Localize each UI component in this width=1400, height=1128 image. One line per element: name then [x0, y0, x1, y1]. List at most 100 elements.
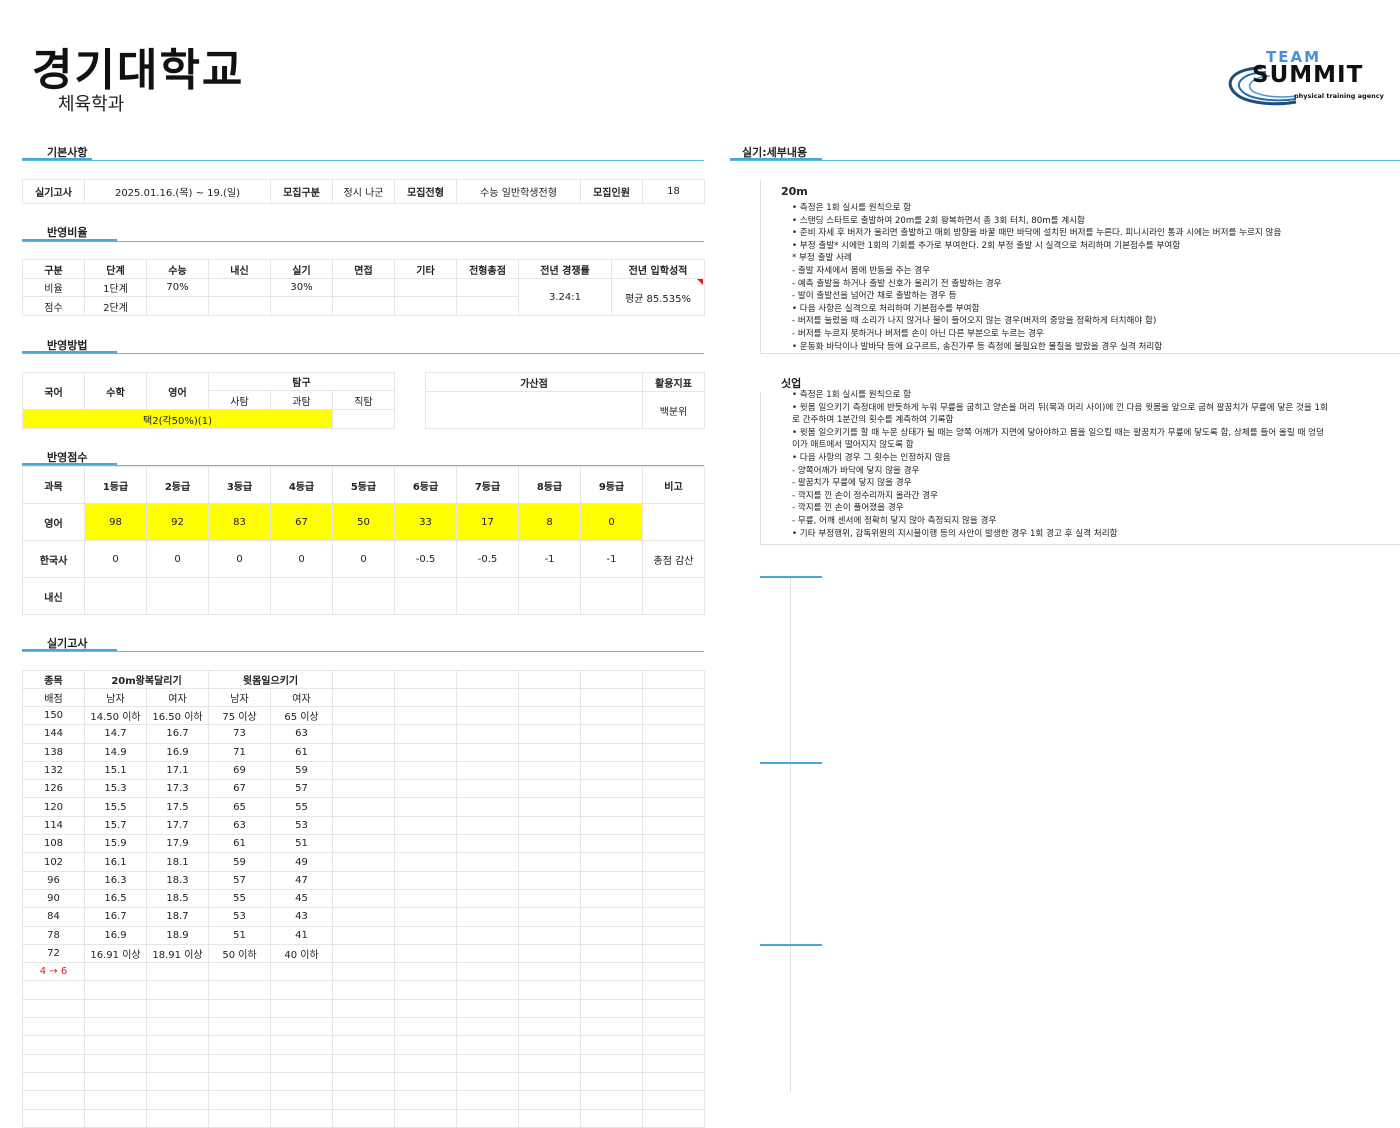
- practical-cell: [456, 925, 520, 945]
- practical-cell: [84, 1017, 147, 1037]
- practical-points-label: 배점: [22, 688, 85, 707]
- ratio-cell: [208, 278, 271, 297]
- practical-cell: [332, 1053, 396, 1073]
- ratio-cell: [456, 296, 519, 316]
- practical-cell: [580, 870, 644, 890]
- section-rule-accent: [22, 649, 117, 651]
- practical-cell: [332, 980, 396, 1000]
- score-cell: 0: [208, 540, 271, 578]
- ratio-practical: 30%: [270, 278, 333, 297]
- ratio-stage: 2단계: [84, 296, 147, 316]
- practical-record: 17.5: [146, 797, 209, 817]
- score-note: [642, 577, 705, 615]
- practical-cell: [22, 1071, 85, 1092]
- practical-record: 43: [269, 907, 334, 927]
- comment-indicator[interactable]: [697, 279, 703, 285]
- detail-note-line: • 스탠딩 스타트로 출발하여 20m를 2회 왕복하면서 총 3회 터치, 8…: [792, 215, 1085, 226]
- practical-record: 18.1: [146, 852, 209, 872]
- score-cell: -0.5: [394, 540, 457, 578]
- department-name: 체육학과: [58, 94, 125, 115]
- practical-cell: [518, 1090, 582, 1110]
- practical-record: 16.91 이상: [84, 943, 147, 964]
- basic-info-table: 실기고사 2025.01.16.(목) ~ 19.(일) 모집구분 정시 나군 …: [22, 179, 705, 204]
- practical-cell: [394, 779, 458, 799]
- detail-note-line: • 운동화 바닥이나 발바닥 등에 요구르트, 송진가루 등 측정에 불필요한 …: [792, 341, 1163, 352]
- practical-record: 16.9: [146, 742, 209, 762]
- practical-cell: [642, 943, 706, 964]
- practical-record: 53: [208, 907, 271, 927]
- practical-cell: [518, 670, 582, 689]
- practical-cell: [642, 1108, 706, 1128]
- admission-score: 평균 85.535%: [611, 278, 705, 316]
- practical-cell: [642, 797, 706, 817]
- practical-cell: [580, 907, 644, 927]
- practical-cell: [456, 870, 520, 890]
- detail-note-line: • 윗몸 일으키기를 할 때 누운 상태가 될 때는 양쪽 어깨가 지면에 닿아…: [792, 427, 1324, 438]
- practical-record: 65 이상: [269, 705, 334, 726]
- practical-record: 41: [269, 925, 334, 945]
- score-table: 과목 1등급 2등급 3등급 4등급 5등급 6등급 7등급 8등급 9등급 비…: [22, 466, 705, 615]
- score-header: 5등급: [332, 466, 395, 504]
- practical-cell: [269, 1090, 334, 1110]
- section-rule-accent: [22, 239, 117, 241]
- practical-cell: [394, 1053, 458, 1073]
- practical-cell: [456, 705, 520, 726]
- practical-points: 96: [22, 870, 85, 890]
- practical-cell: [22, 1035, 85, 1055]
- practical-record: 61: [208, 834, 271, 854]
- practical-cell: [642, 980, 706, 1000]
- practical-cell: [394, 1108, 458, 1128]
- practical-cell: [394, 925, 458, 945]
- detail-note-line: 이가 매트에서 떨어지지 않도록 함: [792, 440, 914, 451]
- practical-cell: [580, 980, 644, 1000]
- practical-record: 17.1: [146, 760, 209, 781]
- practical-cell: [456, 815, 520, 836]
- practical-cell: [332, 779, 396, 799]
- practical-cell: [332, 870, 396, 890]
- score-cell: 83: [208, 503, 271, 541]
- detail-note-line: 로 간주하여 1분간의 횟수를 계측하여 기록함: [792, 415, 954, 426]
- practical-cell: [456, 670, 520, 689]
- quota-value: 18: [642, 179, 705, 204]
- practical-cell: [332, 705, 396, 726]
- practical-cell: [642, 907, 706, 927]
- practical-cell: [332, 834, 396, 854]
- detail-note-line: - 예측 출발을 하거나 출발 신호가 울리기 전 출발하는 경우: [792, 278, 1002, 289]
- practical-points: 102: [22, 852, 85, 872]
- practical-cell: [332, 815, 396, 836]
- selection-type-label: 모집전형: [394, 179, 457, 204]
- practical-cell: [580, 797, 644, 817]
- practical-cell: [642, 779, 706, 799]
- detail-note-line: • 측정은 1회 실시를 원칙으로 함: [792, 203, 912, 213]
- practical-cell: [269, 980, 334, 1000]
- practical-record: 63: [208, 815, 271, 836]
- practical-cell: [394, 760, 458, 781]
- practical-cell: [642, 760, 706, 781]
- practical-cell: [84, 998, 147, 1019]
- detail-note-line: - 팔꿈치가 무릎에 닿지 않을 경우: [792, 478, 912, 489]
- practical-female-label: 여자: [269, 688, 334, 707]
- section-rule-accent: [730, 158, 822, 160]
- practical-cell: [394, 1090, 458, 1110]
- detail-run-notes: • 측정은 1회 실시를 원칙으로 함 • 스탠딩 스타트로 출발하여 20m를 …: [792, 202, 1281, 353]
- practical-record: 69: [208, 760, 271, 781]
- practical-cell: [208, 1017, 271, 1037]
- practical-cell: [580, 1090, 644, 1110]
- practical-cell: [642, 724, 706, 744]
- practical-record: 40 이하: [269, 943, 334, 964]
- practical-record: 71: [208, 742, 271, 762]
- practical-record: 57: [269, 779, 334, 799]
- detail-note-line: - 버저를 눌렀을 때 소리가 나지 않거나 불이 들어오지 않는 경우(버저의…: [792, 316, 1157, 327]
- practical-cell: [456, 852, 520, 872]
- ratio-header-text: 전년 입학성적: [628, 265, 688, 277]
- ratio-cell: [456, 278, 519, 297]
- practical-cell: [456, 1053, 520, 1073]
- score-cell: [84, 577, 147, 615]
- practical-record: 16.7: [146, 724, 209, 744]
- ratio-header: 구분: [22, 259, 85, 279]
- score-cell: -1: [518, 540, 581, 578]
- practical-cell: [518, 742, 582, 762]
- score-cell: 0: [270, 540, 333, 578]
- practical-cell: [580, 1108, 644, 1128]
- practical-record: 17.7: [146, 815, 209, 836]
